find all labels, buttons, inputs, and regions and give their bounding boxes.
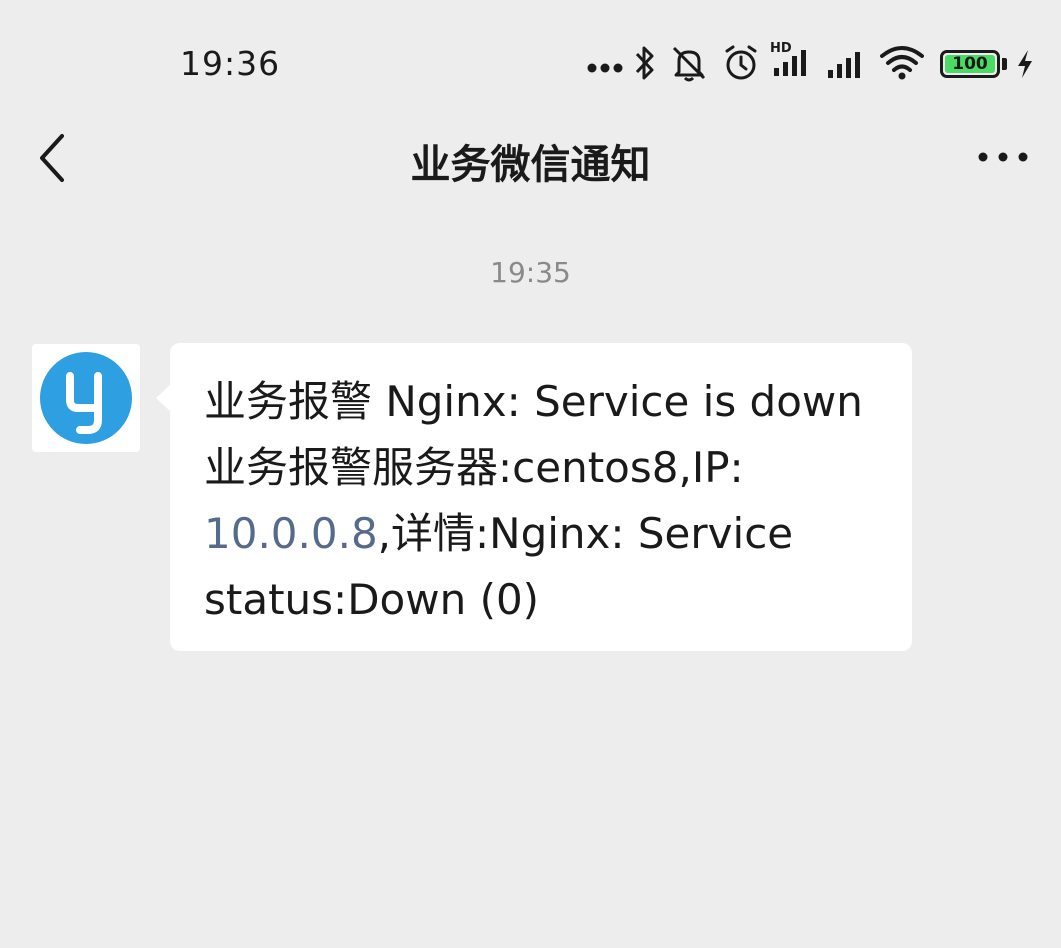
- silent-icon: [672, 46, 706, 82]
- chat-screen: 19:36 HD 100 业务微信通知 19:35 业务报警 Nginx: Se…: [0, 0, 1061, 948]
- app-logo-icon: [40, 352, 132, 444]
- wifi-icon: [880, 46, 924, 80]
- avatar[interactable]: [32, 344, 140, 452]
- nav-bar: 业务微信通知: [0, 118, 1061, 198]
- message-line-3: 10.0.0.8,详情:Nginx: Service: [204, 501, 892, 567]
- status-time: 19:36: [180, 44, 281, 83]
- page-title: 业务微信通知: [410, 142, 651, 188]
- ip-link[interactable]: 10.0.0.8: [204, 509, 378, 558]
- message-bubble[interactable]: 业务报警 Nginx: Service is down 业务报警服务器:cent…: [170, 343, 912, 651]
- more-dots-icon: [978, 152, 1028, 162]
- message-line-3-rest: ,详情:Nginx: Service: [377, 509, 794, 558]
- status-icons: HD 100: [586, 40, 1046, 86]
- message-timestamp: 19:35: [490, 256, 571, 289]
- message-line-2: 业务报警服务器:centos8,IP:: [204, 443, 744, 492]
- status-bar: 19:36 HD 100: [0, 0, 1061, 118]
- bubble-tail: [156, 384, 171, 412]
- message-line-4: status:Down (0): [204, 575, 540, 624]
- more-dots-icon: [587, 63, 623, 73]
- battery-level: 100: [945, 55, 995, 73]
- bluetooth-icon: [635, 46, 654, 80]
- message-line-1: 业务报警 Nginx: Service is down: [204, 377, 863, 426]
- battery-icon: 100: [940, 50, 1000, 78]
- signal-icon: [828, 52, 860, 78]
- more-options-button[interactable]: [968, 132, 1038, 182]
- alarm-icon: [725, 45, 757, 80]
- battery-tip: [1002, 58, 1007, 70]
- charging-icon: [1018, 50, 1032, 78]
- hd-signal-icon: HD: [770, 40, 814, 84]
